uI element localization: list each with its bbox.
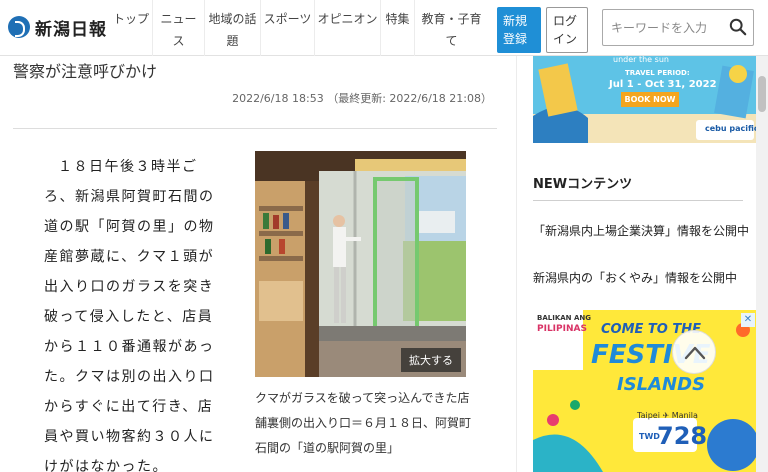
search-input[interactable] [603,10,725,45]
nav-item-top[interactable]: トップ [110,0,152,56]
new-contents-heading: NEWコンテンツ [533,177,633,192]
link-obituaries[interactable]: 新潟県内の「おくやみ」情報を公開中 [533,269,737,286]
ad-bottom-tagline-1: BALIKAN ANG [537,314,591,322]
divider [533,200,743,201]
sidebar: under the sun TRAVEL PERIOD: Jul 1 - Oct… [516,56,756,472]
logo-text: 新潟日報 [35,19,107,40]
ad-top-small-text: under the sun [613,56,669,64]
ad-top-brand: cebu pacific [705,124,756,133]
ad-bottom-route: Taipei ✈ Manila [637,411,698,420]
ad-banner-bottom[interactable]: ✕ BALIKAN ANG PILIPINAS COME TO THE FEST… [533,310,756,472]
search-box [602,9,754,46]
logo-mark-icon [8,16,30,38]
ad-top-cta[interactable]: BOOK NOW [621,92,679,107]
link-listed-company-results[interactable]: 「新潟県内上場企業決算」情報を公開中 [533,222,749,239]
article-headline: 警察が注意呼びかけ [13,62,158,81]
divider [13,128,497,129]
store-entrance-photo [255,151,466,377]
nav-item-news[interactable]: ニュース [152,0,204,56]
register-button[interactable]: 新規登録 [497,7,541,53]
enlarge-photo-button[interactable]: 拡大する [401,348,461,372]
ad-bottom-tagline-2: PILIPINAS [537,324,587,334]
ad-top-period-label: TRAVEL PERIOD: [625,69,690,77]
nav-item-education[interactable]: 教育・子育て [414,0,488,56]
nav-item-sports[interactable]: スポーツ [260,0,314,56]
main-nav: トップ ニュース 地域の話題 スポーツ オピニオン 特集 教育・子育て [110,0,488,56]
site-logo[interactable]: 新潟日報 [8,12,107,42]
search-icon[interactable] [729,18,747,36]
ad-bottom-price: 728 [657,422,708,450]
nav-item-opinion[interactable]: オピニオン [314,0,380,56]
nav-item-local[interactable]: 地域の話題 [204,0,260,56]
nav-item-feature[interactable]: 特集 [380,0,414,56]
ad-close-icon[interactable]: ✕ [741,313,755,327]
article-body: １８日午後３時半ごろ、新潟県阿賀町石間の道の駅「阿賀の里」の物産館夢蔵に、クマ１… [44,159,215,472]
login-button[interactable]: ログイン [546,7,588,53]
site-header: 新潟日報 トップ ニュース 地域の話題 スポーツ オピニオン 特集 教育・子育て… [0,0,768,56]
page-scrollbar[interactable] [756,56,768,472]
article-timestamp: 2022/6/18 18:53 （最終更新: 2022/6/18 21:08） [232,92,492,105]
ad-bottom-headline-3: ISLANDS [617,374,706,395]
scrollbar-thumb[interactable] [758,76,766,112]
ad-banner-top[interactable]: under the sun TRAVEL PERIOD: Jul 1 - Oct… [533,56,756,143]
article-main: 警察が注意呼びかけ 2022/6/18 18:53 （最終更新: 2022/6/… [0,56,516,472]
chevron-up-icon [684,346,706,360]
photo-caption: クマがガラスを破って突っ込んできた店舗裏側の出入り口＝６月１８日、阿賀町石間の「… [255,391,472,455]
ad-top-period: Jul 1 - Oct 31, 2022 [609,79,717,90]
back-to-top-button[interactable] [672,330,716,374]
article-photo[interactable]: 拡大する [255,151,466,377]
